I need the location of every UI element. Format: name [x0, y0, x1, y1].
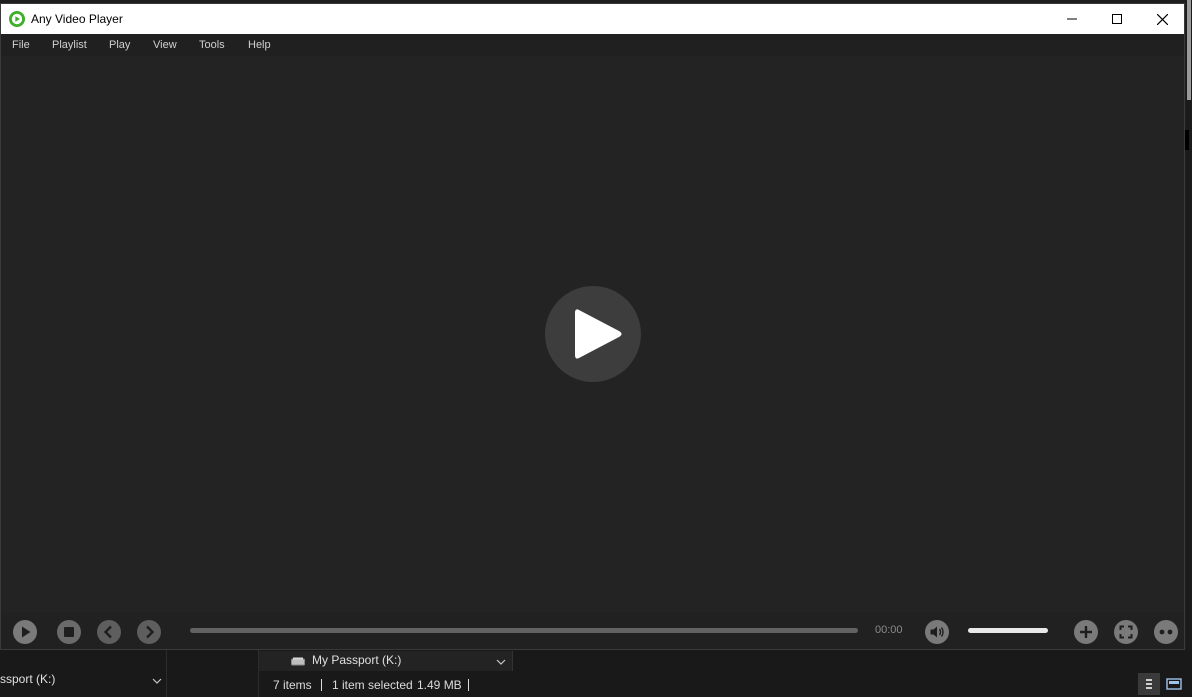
maximize-button[interactable] [1094, 4, 1140, 34]
background-edge-mark [1185, 130, 1189, 150]
menu-bar: File Playlist Play View Tools Help [1, 34, 1184, 56]
drive-breadcrumb[interactable]: My Passport (K:) [259, 651, 513, 671]
selection-size: 1.49 MB [417, 678, 462, 692]
menu-view[interactable]: View [153, 39, 177, 51]
app-logo-icon [9, 11, 25, 27]
background-window-edge [1186, 0, 1192, 697]
status-bar: 7 items 1 item selected 1.49 MB [259, 672, 1192, 697]
more-options-button[interactable] [1153, 619, 1179, 645]
control-bar: 00:00 [1, 612, 1184, 649]
close-button[interactable] [1139, 4, 1184, 34]
details-view-icon[interactable] [1138, 673, 1160, 695]
next-button[interactable] [136, 619, 162, 645]
explorer-divider [166, 650, 167, 697]
chevron-down-icon[interactable] [496, 659, 506, 666]
title-bar[interactable]: Any Video Player [1, 4, 1184, 34]
large-icons-view-icon[interactable] [1163, 673, 1185, 695]
menu-help[interactable]: Help [248, 39, 271, 51]
player-window: Any Video Player File Playlist Play View… [0, 3, 1185, 650]
background-scrollbar[interactable] [1187, 0, 1191, 100]
menu-play[interactable]: Play [109, 39, 130, 51]
minimize-button[interactable] [1049, 4, 1095, 34]
item-count: 7 items [273, 678, 312, 692]
volume-button[interactable] [924, 619, 950, 645]
status-separator [468, 679, 469, 691]
seek-slider[interactable] [190, 628, 858, 633]
minimize-icon [1067, 18, 1077, 20]
previous-button[interactable] [96, 619, 122, 645]
time-display: 00:00 [875, 624, 903, 636]
nav-pane-drive-label[interactable]: ssport (K:) [0, 672, 55, 686]
maximize-icon [1112, 14, 1122, 24]
menu-tools[interactable]: Tools [199, 39, 225, 51]
selection-count: 1 item selected [332, 678, 413, 692]
stop-button[interactable] [56, 619, 82, 645]
volume-slider[interactable] [968, 628, 1048, 633]
fullscreen-button[interactable] [1113, 619, 1139, 645]
menu-file[interactable]: File [12, 39, 30, 51]
big-play-button[interactable] [545, 286, 641, 382]
close-icon [1156, 13, 1168, 25]
window-title: Any Video Player [31, 12, 123, 26]
drive-icon [291, 657, 305, 666]
status-separator [321, 679, 322, 691]
add-file-button[interactable] [1073, 619, 1099, 645]
menu-playlist[interactable]: Playlist [52, 39, 87, 51]
drive-label: My Passport (K:) [312, 653, 402, 667]
chevron-down-icon[interactable] [152, 678, 162, 685]
play-button[interactable] [12, 619, 38, 645]
